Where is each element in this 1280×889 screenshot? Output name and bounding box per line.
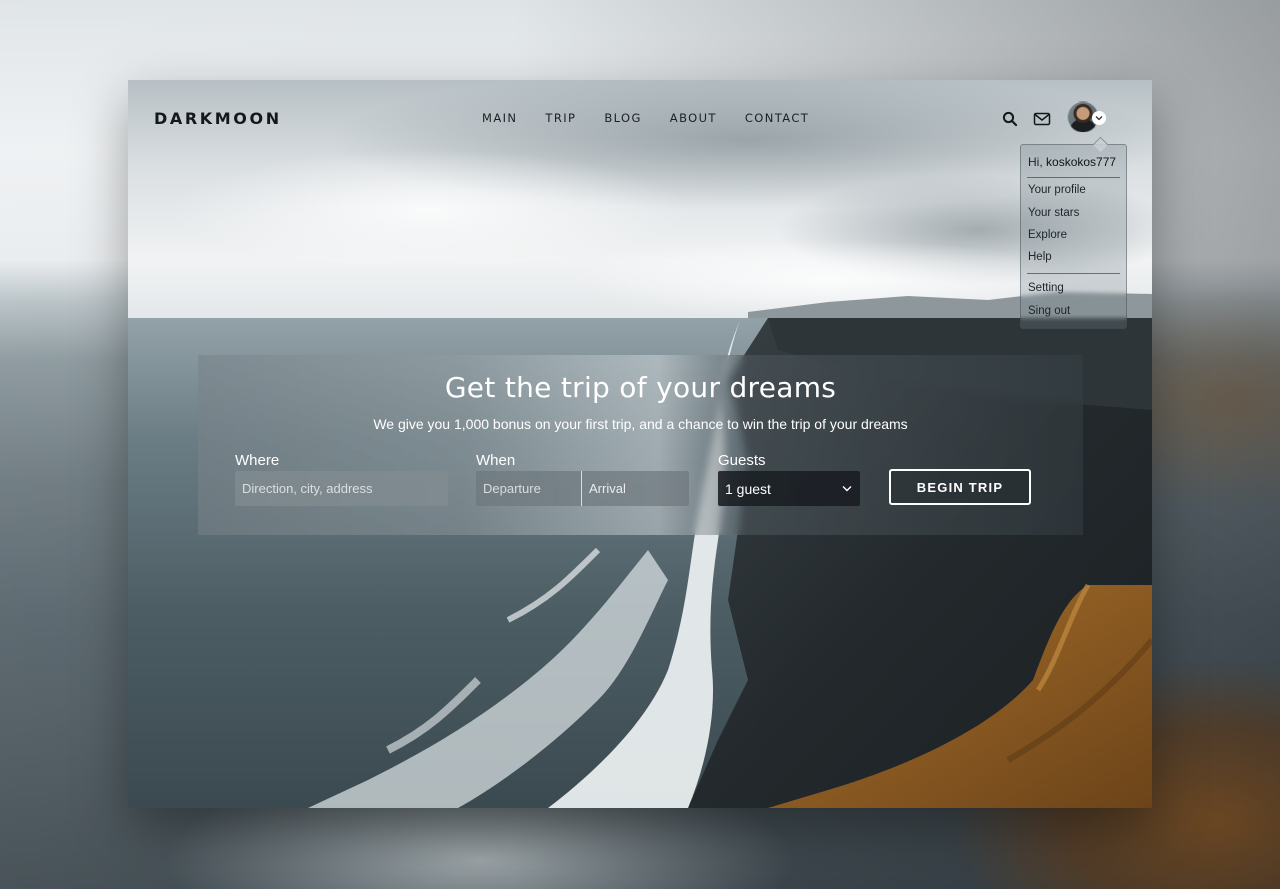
- menu-item-setting[interactable]: Setting: [1028, 282, 1064, 294]
- nav-item-about[interactable]: ABOUT: [670, 111, 717, 125]
- guests-value: 1 guest: [725, 480, 771, 497]
- brand-logo[interactable]: DARKMOON: [154, 109, 282, 128]
- user-menu-dropdown: Hi, koskokos777 Your profile Your stars …: [1020, 144, 1127, 329]
- guests-select[interactable]: 1 guest: [718, 471, 860, 506]
- guests-label: Guests: [718, 452, 766, 469]
- greeting-prefix: Hi,: [1028, 155, 1043, 169]
- nav-item-contact[interactable]: CONTACT: [745, 111, 809, 125]
- main-nav: MAIN TRIP BLOG ABOUT CONTACT: [482, 111, 837, 125]
- nav-item-blog[interactable]: BLOG: [604, 111, 641, 125]
- menu-item-your-stars[interactable]: Your stars: [1028, 207, 1079, 219]
- menu-divider: [1027, 177, 1120, 178]
- search-icon[interactable]: [1001, 110, 1019, 128]
- menu-item-sign-out[interactable]: Sing out: [1028, 305, 1070, 317]
- nav-item-main[interactable]: MAIN: [482, 111, 517, 125]
- menu-item-help[interactable]: Help: [1028, 251, 1052, 263]
- hero-subtitle: We give you 1,000 bonus on your first tr…: [373, 416, 908, 432]
- when-label: When: [476, 452, 516, 469]
- username: koskokos777: [1046, 155, 1117, 169]
- menu-item-your-profile[interactable]: Your profile: [1028, 184, 1086, 196]
- hero-search-panel: Get the trip of your dreams We give you …: [198, 355, 1083, 535]
- app-window: DARKMOON MAIN TRIP BLOG ABOUT CONTACT Hi…: [128, 80, 1152, 808]
- chevron-down-icon[interactable]: [1092, 111, 1106, 125]
- nav-item-trip[interactable]: TRIP: [545, 111, 576, 125]
- arrival-input[interactable]: Arrival: [582, 471, 689, 506]
- departure-input[interactable]: Departure: [476, 471, 582, 506]
- hero-title: Get the trip of your dreams: [444, 371, 837, 404]
- where-label: Where: [235, 452, 280, 469]
- where-input[interactable]: Direction, city, address: [235, 471, 448, 506]
- when-date-range: Departure Arrival: [476, 471, 689, 506]
- mail-icon[interactable]: [1033, 110, 1051, 128]
- menu-divider: [1027, 273, 1120, 274]
- begin-trip-button[interactable]: BEGIN TRIP: [889, 469, 1031, 505]
- user-greeting: Hi, koskokos777: [1028, 155, 1116, 169]
- menu-item-explore[interactable]: Explore: [1028, 229, 1067, 241]
- chevron-down-icon: [842, 486, 852, 492]
